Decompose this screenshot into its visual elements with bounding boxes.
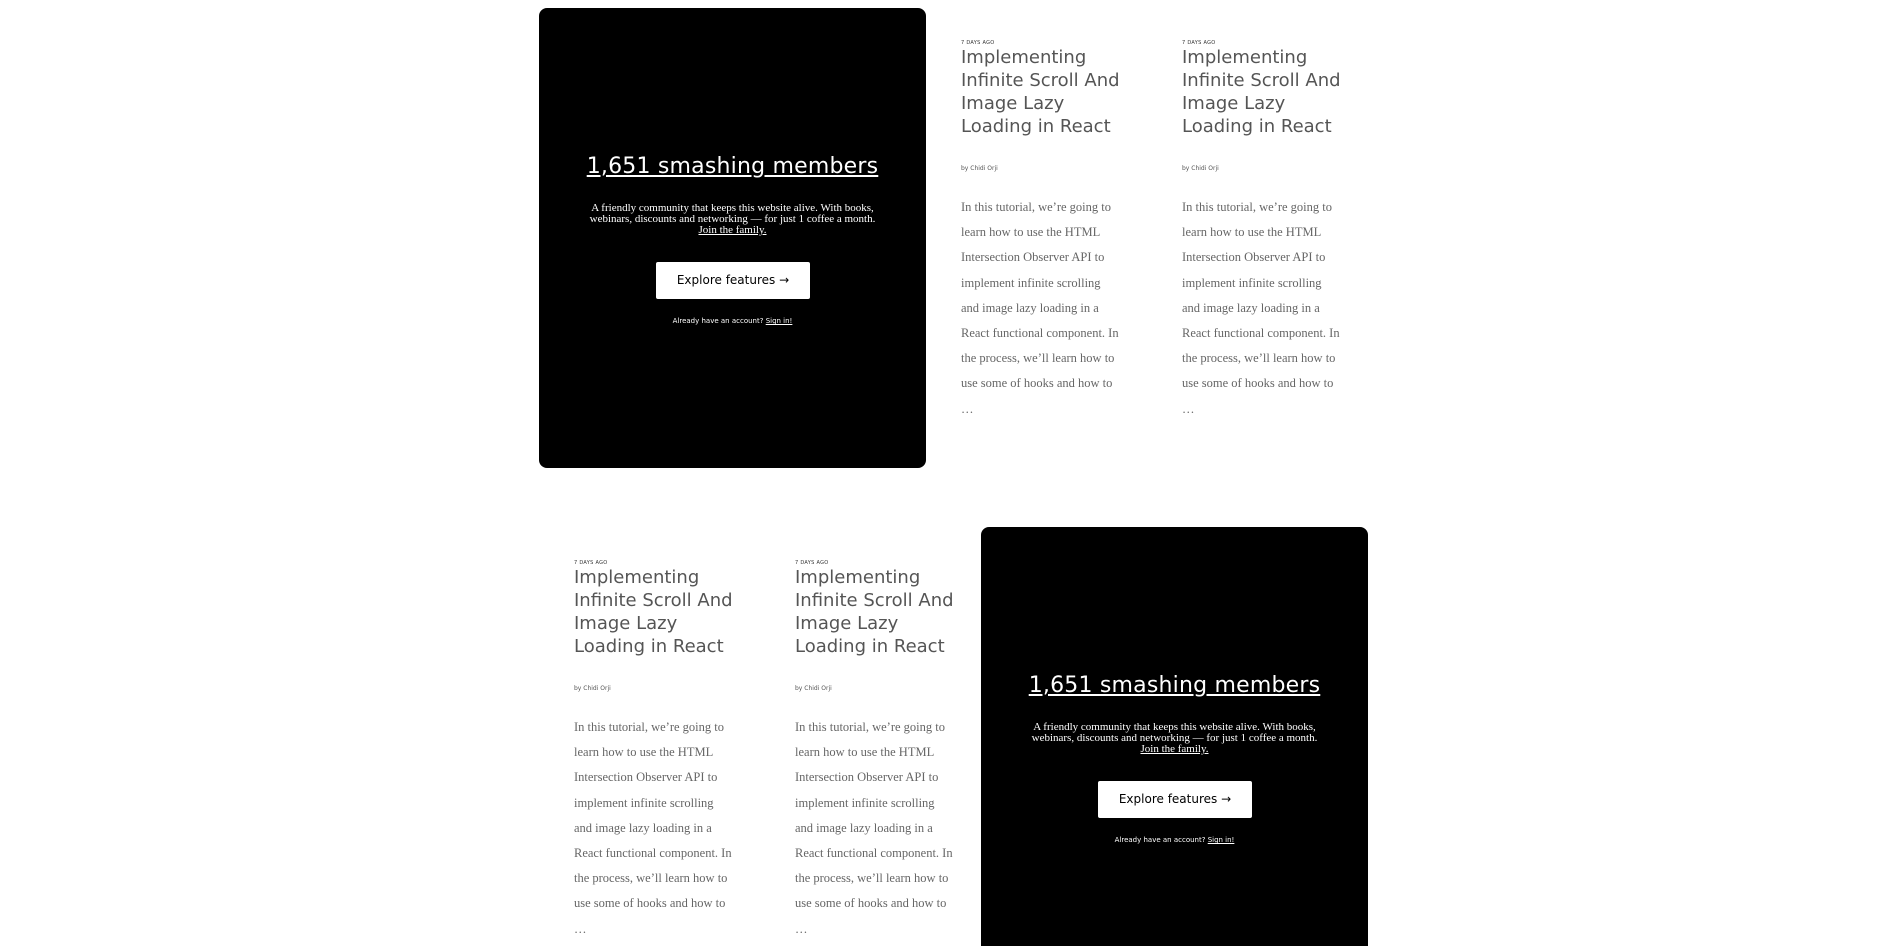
signin-link[interactable]: Sign in!	[1208, 836, 1235, 844]
signin-prompt: Already have an account? Sign in!	[981, 836, 1368, 844]
promo-description-text: A friendly community that keeps this web…	[589, 202, 876, 225]
signin-prompt: Already have an account? Sign in!	[539, 317, 926, 325]
article-excerpt: In this tutorial, we’re going to learn h…	[961, 200, 1119, 416]
article-title-link[interactable]: Implementing Infinite Scroll And Image L…	[961, 46, 1121, 138]
article-excerpt: In this tutorial, we’re going to learn h…	[1182, 200, 1340, 416]
membership-promo-card: 1,651 smashing members A friendly commun…	[539, 8, 926, 468]
article-author[interactable]: by Chidi Orji	[1182, 165, 1219, 172]
membership-promo-card: 1,651 smashing members A friendly commun…	[981, 527, 1368, 946]
article-author[interactable]: by Chidi Orji	[574, 685, 611, 692]
article-title-link[interactable]: Implementing Infinite Scroll And Image L…	[1182, 46, 1342, 138]
join-family-link[interactable]: Join the family.	[579, 225, 886, 236]
article-excerpt: In this tutorial, we’re going to learn h…	[795, 720, 953, 936]
article-author[interactable]: by Chidi Orji	[795, 685, 832, 692]
article-excerpt: In this tutorial, we’re going to learn h…	[574, 720, 732, 936]
signin-link[interactable]: Sign in!	[766, 317, 793, 325]
article-title-link[interactable]: Implementing Infinite Scroll And Image L…	[795, 566, 955, 658]
article-author[interactable]: by Chidi Orji	[961, 165, 998, 172]
join-family-link[interactable]: Join the family.	[1021, 744, 1328, 755]
promo-description: A friendly community that keeps this web…	[1021, 722, 1328, 755]
signin-prompt-text: Already have an account?	[672, 317, 764, 325]
signin-prompt-text: Already have an account?	[1114, 836, 1206, 844]
article-title-link[interactable]: Implementing Infinite Scroll And Image L…	[574, 566, 734, 658]
explore-features-button[interactable]: Explore features →	[656, 262, 810, 299]
promo-description: A friendly community that keeps this web…	[579, 203, 886, 236]
promo-title[interactable]: 1,651 smashing members	[539, 154, 926, 179]
explore-features-button[interactable]: Explore features →	[1098, 781, 1252, 818]
promo-description-text: A friendly community that keeps this web…	[1031, 721, 1318, 744]
promo-title[interactable]: 1,651 smashing members	[981, 673, 1368, 698]
